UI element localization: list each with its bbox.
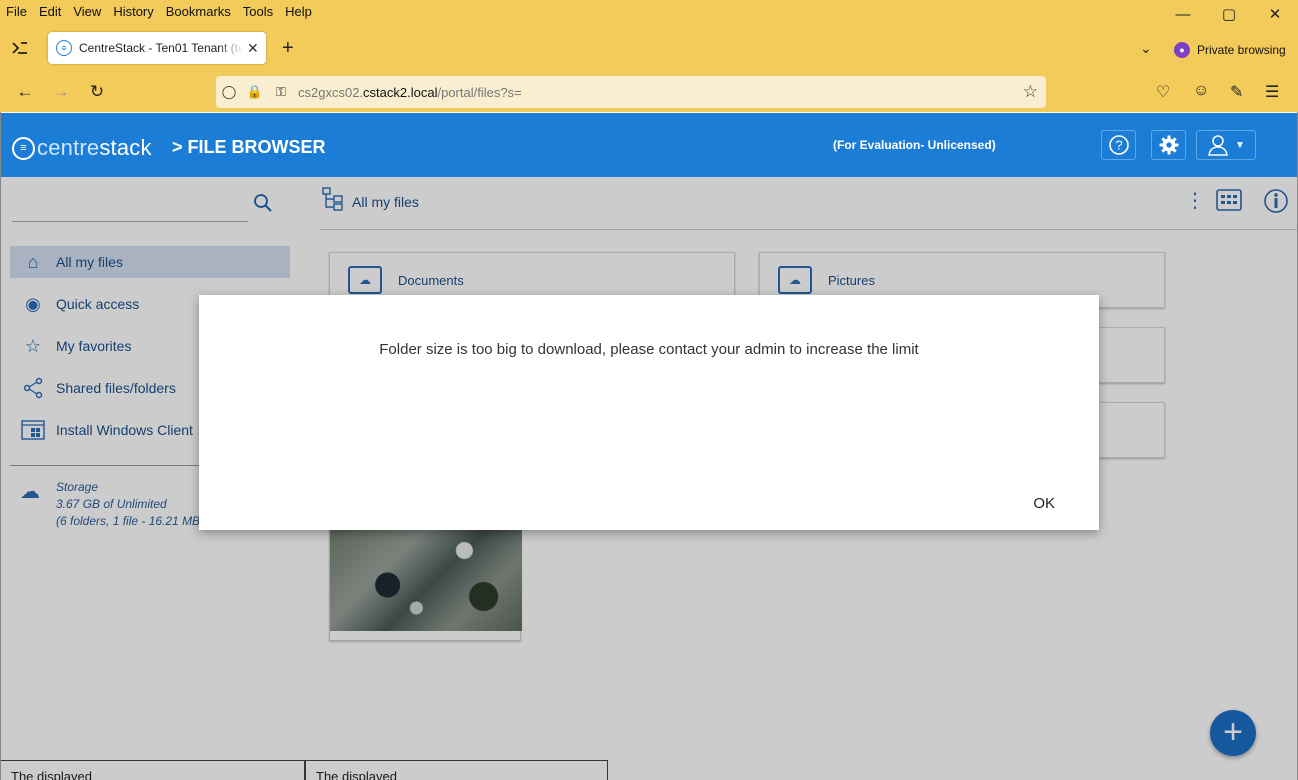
tab-list-chevron-icon[interactable]: ⌄ (1140, 40, 1152, 57)
reload-icon[interactable]: ↻ (86, 81, 108, 103)
menu-tools[interactable]: Tools (237, 4, 279, 19)
tab-bar: ≡ CentreStack - Ten01 Tenant (tenant01) … (0, 22, 1298, 72)
navigation-bar: ← → ↻ ◯ 🔒 ⚿ cs2gxcs02.cstack2.local/port… (0, 72, 1298, 112)
centrestack-favicon-icon: ≡ (56, 40, 72, 56)
private-mask-icon: ● (1174, 42, 1190, 58)
url-prefix: cs2gxcs02. (298, 84, 364, 100)
bookmark-star-icon[interactable]: ☆ (1023, 82, 1038, 102)
user-icon (1208, 135, 1228, 156)
url-text[interactable]: cs2gxcs02.cstack2.local/portal/files?s= (298, 85, 522, 100)
lock-icon[interactable]: 🔒 (242, 84, 268, 100)
menu-bar: File Edit View History Bookmarks Tools H… (0, 0, 1298, 22)
permissions-key-icon[interactable]: ⚿ (268, 84, 294, 100)
new-tab-icon[interactable]: + (282, 38, 294, 58)
menu-history[interactable]: History (107, 4, 159, 19)
logo-mark-icon: ≡ (12, 136, 35, 160)
extension-icon[interactable] (10, 38, 30, 58)
chevron-down-icon: ▼ (1235, 139, 1245, 151)
hamburger-menu-icon[interactable]: ☰ (1265, 82, 1279, 102)
account-icon[interactable]: ☺ (1193, 82, 1209, 100)
url-path: /portal/files?s= (437, 84, 522, 100)
forward-icon[interactable]: → (50, 81, 72, 103)
tab-close-icon[interactable]: ✕ (247, 40, 259, 57)
pocket-icon[interactable]: ♡ (1156, 82, 1170, 102)
menu-view[interactable]: View (67, 4, 107, 19)
user-menu-button[interactable]: ▼ (1196, 130, 1256, 160)
menu-file[interactable]: File (0, 4, 33, 19)
url-domain: cstack2.local (363, 84, 438, 100)
ok-button[interactable]: OK (1033, 495, 1055, 512)
svg-text:?: ? (1115, 138, 1122, 153)
menu-bookmarks[interactable]: Bookmarks (160, 4, 237, 19)
settings-button[interactable] (1151, 130, 1186, 160)
url-bar[interactable]: ◯ 🔒 ⚿ cs2gxcs02.cstack2.local/portal/fil… (216, 76, 1046, 108)
menu-help[interactable]: Help (279, 4, 318, 19)
alert-dialog: Folder size is too big to download, plea… (199, 295, 1099, 530)
evaluation-notice: (For Evaluation- Unlicensed) (833, 138, 996, 152)
logo-text: centrestack (37, 135, 152, 160)
back-icon[interactable]: ← (14, 81, 36, 103)
centrestack-logo[interactable]: ≡ centrestack (12, 135, 152, 161)
shield-icon[interactable]: ◯ (216, 84, 242, 100)
private-browsing-label: Private browsing (1197, 43, 1286, 57)
menu-edit[interactable]: Edit (33, 4, 67, 19)
browser-tab[interactable]: ≡ CentreStack - Ten01 Tenant (tenant01) … (48, 32, 266, 64)
page-title: > FILE BROWSER (172, 137, 326, 157)
extensions-icon[interactable]: ✎ (1230, 82, 1243, 102)
dialog-message: Folder size is too big to download, plea… (379, 341, 919, 358)
tab-title: CentreStack - Ten01 Tenant (tenant01) (79, 41, 243, 55)
private-browsing-indicator: ● Private browsing (1174, 42, 1286, 58)
gear-icon (1159, 135, 1178, 155)
help-icon: ? (1108, 135, 1129, 155)
help-button[interactable]: ? (1101, 130, 1136, 160)
app-header: ≡ centrestack > FILE BROWSER (For Evalua… (0, 113, 1298, 177)
